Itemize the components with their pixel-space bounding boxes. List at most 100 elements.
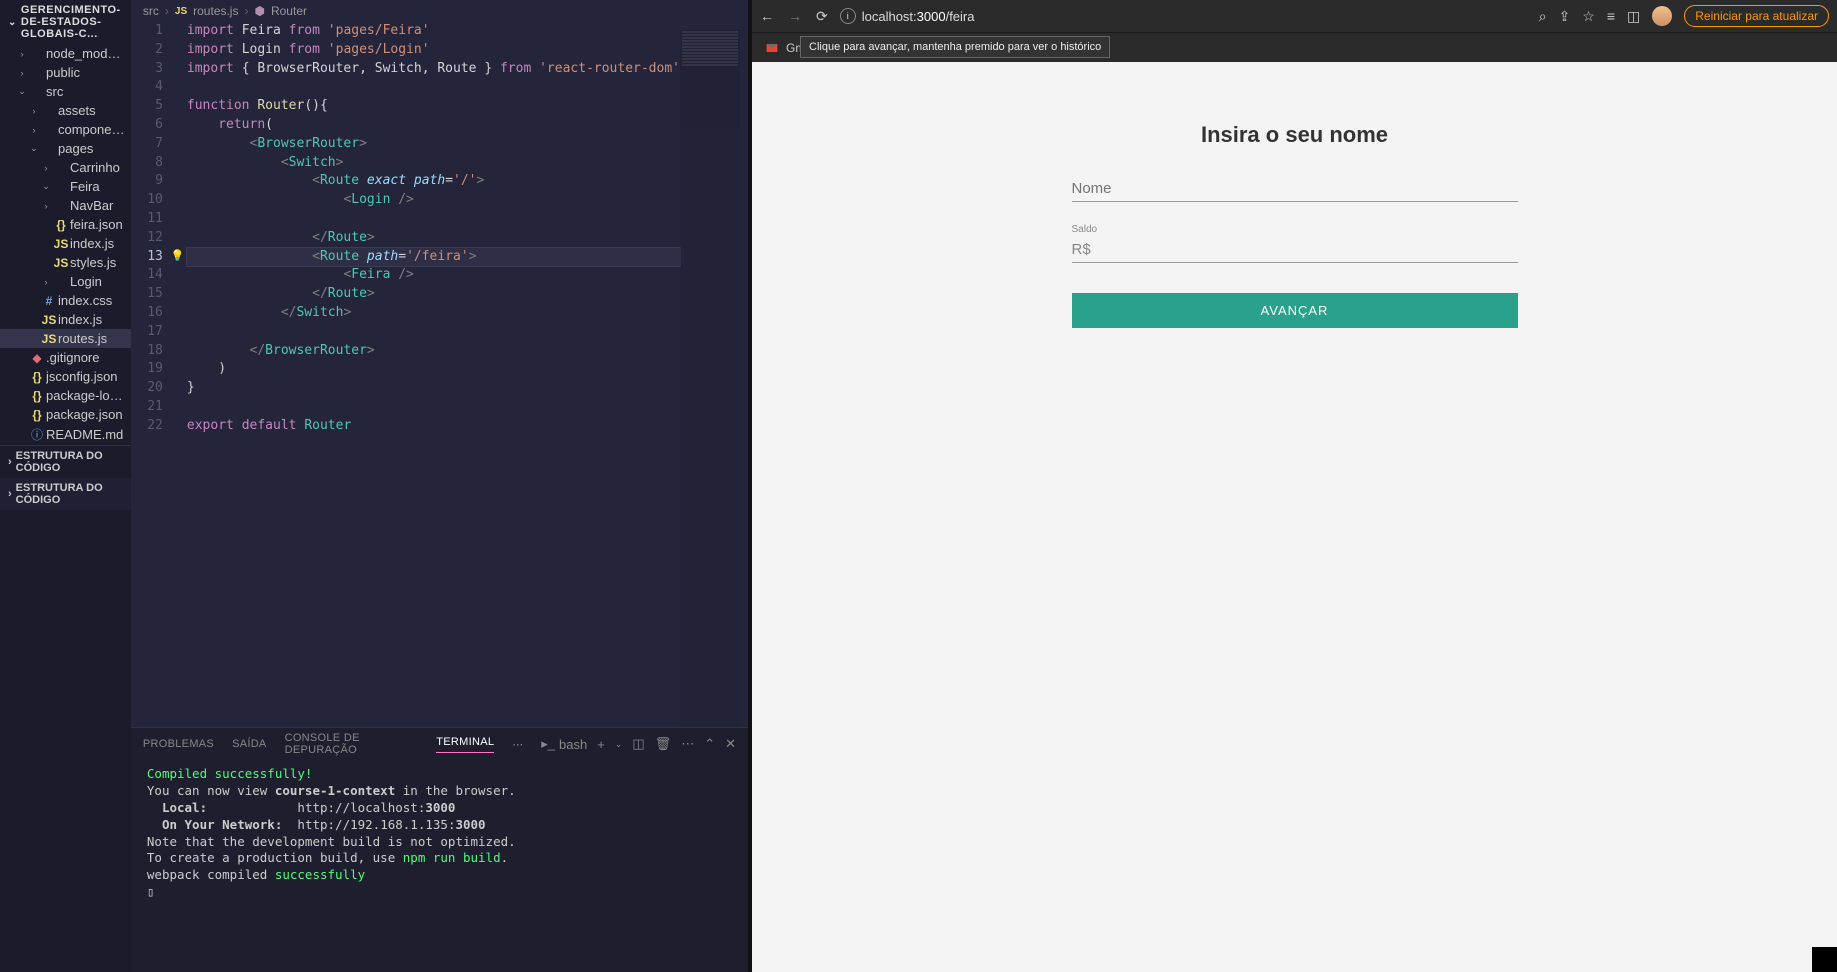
breadcrumb-file[interactable]: routes.js [193,4,238,18]
tree-item-label: components [58,122,127,137]
tree-item[interactable]: {}package.json [0,405,131,424]
tree-item-label: Login [70,274,127,289]
search-icon[interactable]: ⌕ [1539,8,1547,25]
chevron-right-icon: › [244,4,248,18]
chevron-down-icon[interactable]: ⌄ [615,739,623,750]
share-icon[interactable]: ⇪ [1559,8,1571,25]
tree-item-label: feira.json [70,217,127,232]
file-icon: JS [52,237,70,251]
outline-item[interactable]: › ESTRUTURA DO CÓDIGO [0,478,131,510]
tree-item-label: src [46,84,127,99]
name-input[interactable] [1072,176,1518,202]
file-icon: {} [28,370,46,384]
tree-item-label: styles.js [70,255,127,270]
code-editor[interactable]: 12345678910111213141516171819202122 impo… [131,22,748,727]
reload-icon[interactable]: ⟳ [816,8,828,25]
tree-item-label: assets [58,103,127,118]
breadcrumb-folder[interactable]: src [143,4,159,18]
back-icon[interactable]: ← [760,8,774,24]
more-icon[interactable]: ⋯ [512,738,523,751]
avatar[interactable] [1652,6,1672,26]
more-icon[interactable]: ⋯ [681,736,694,752]
tab-debug-console[interactable]: CONSOLE DE DEPURAÇÃO [285,732,419,756]
lightbulb-icon[interactable]: 💡 [171,248,185,264]
tree-item-label: pages [58,141,127,156]
chevron-down-icon: ⌄ [8,17,17,28]
explorer-panel[interactable]: ⌄ GERENCIMENTO-DE-ESTADOS-GLOBAIS-C... ›… [0,0,131,972]
tab-problems[interactable]: PROBLEMAS [143,738,214,750]
tree-item[interactable]: ⌄ Feira [0,177,131,196]
tree-item[interactable]: ⌄ pages [0,139,131,158]
tree-item-label: package-lock.json [46,388,127,403]
file-icon: {} [28,408,46,422]
editor-area: src › JS routes.js › ⬢ Router 1234567891… [131,0,748,972]
gmail-icon[interactable] [764,40,780,56]
chevron-icon: ⌄ [28,143,40,154]
panel-icon[interactable]: ◫ [1627,8,1640,25]
tree-item-label: index.js [58,312,127,327]
trash-icon[interactable]: 🗑 [655,736,672,752]
chevron-up-icon[interactable]: ⌃ [704,736,715,752]
tree-item-label: public [46,65,127,80]
tree-item-label: node_modules [46,46,127,61]
close-icon[interactable]: ✕ [725,736,736,752]
split-terminal-icon[interactable]: ◫ [632,736,644,752]
restart-button[interactable]: Reiniciar para atualizar [1684,5,1829,27]
nav-tooltip: Clique para avançar, mantenha premido pa… [800,36,1110,58]
tree-item[interactable]: {}jsconfig.json [0,367,131,386]
tree-item[interactable]: JSindex.js [0,234,131,253]
file-icon: JS [40,313,58,327]
tree-item[interactable]: {}package-lock.json [0,386,131,405]
breadcrumb[interactable]: src › JS routes.js › ⬢ Router [131,0,748,22]
tab-terminal[interactable]: TERMINAL [436,736,494,753]
tree-item-label: README.md [46,427,127,442]
breadcrumb-symbol[interactable]: Router [271,4,307,18]
tree-item[interactable]: ›Carrinho [0,158,131,177]
tree-item[interactable]: ◆.gitignore [0,348,131,367]
tree-item-label: package.json [46,407,127,422]
info-icon[interactable]: i [840,8,856,24]
tree-item-label: Feira [70,179,127,194]
chevron-icon: › [40,163,52,173]
reading-list-icon[interactable]: ≡ [1607,8,1615,24]
balance-label: Saldo [1072,224,1518,235]
tree-item[interactable]: › node_modules [0,44,131,63]
bookmarks-bar: Gmail Clique para avançar, mantenha prem… [752,32,1837,62]
chevron-right-icon: › [8,456,12,468]
tree-item[interactable]: #index.css [0,291,131,310]
add-terminal-icon[interactable]: + [597,737,605,752]
balance-field: Saldo [1072,224,1518,263]
tree-item[interactable]: ›public [0,63,131,82]
corner-strip [1812,947,1837,972]
chevron-icon: › [16,49,28,59]
tree-item[interactable]: JSroutes.js [0,329,131,348]
tree-item[interactable]: ›NavBar [0,196,131,215]
tree-item-label: NavBar [70,198,127,213]
project-header[interactable]: ⌄ GERENCIMENTO-DE-ESTADOS-GLOBAIS-C... [0,0,131,44]
url-host: localhost:3000/feira [862,9,975,24]
tree-item[interactable]: JSindex.js [0,310,131,329]
balance-input[interactable] [1072,237,1518,263]
forward-icon[interactable]: → [788,8,802,24]
tree-item[interactable]: ⌄src [0,82,131,101]
file-icon: JS [40,332,58,346]
tree-item[interactable]: JSstyles.js [0,253,131,272]
tree-item[interactable]: ›components [0,120,131,139]
tree-item[interactable]: ›Login [0,272,131,291]
file-icon: JS [52,256,70,270]
file-icon: {} [52,218,70,232]
url-bar[interactable]: i localhost:3000/feira [840,8,1527,24]
terminal-output[interactable]: Compiled successfully!You can now view c… [131,760,748,972]
chevron-icon: ⌄ [40,181,52,192]
tab-output[interactable]: SAÍDA [232,738,267,750]
bookmark-icon[interactable]: ☆ [1582,8,1595,25]
submit-button[interactable]: AVANÇAR [1072,293,1518,328]
tree-item[interactable]: ⓘREADME.md [0,424,131,445]
tree-item[interactable]: ›assets [0,101,131,120]
minimap[interactable] [680,30,740,727]
js-icon: JS [175,6,187,17]
tree-item[interactable]: {}feira.json [0,215,131,234]
outline-header[interactable]: › ESTRUTURA DO CÓDIGO [0,446,131,478]
name-field [1072,176,1518,202]
shell-selector[interactable]: ▸_ bash [541,736,587,752]
